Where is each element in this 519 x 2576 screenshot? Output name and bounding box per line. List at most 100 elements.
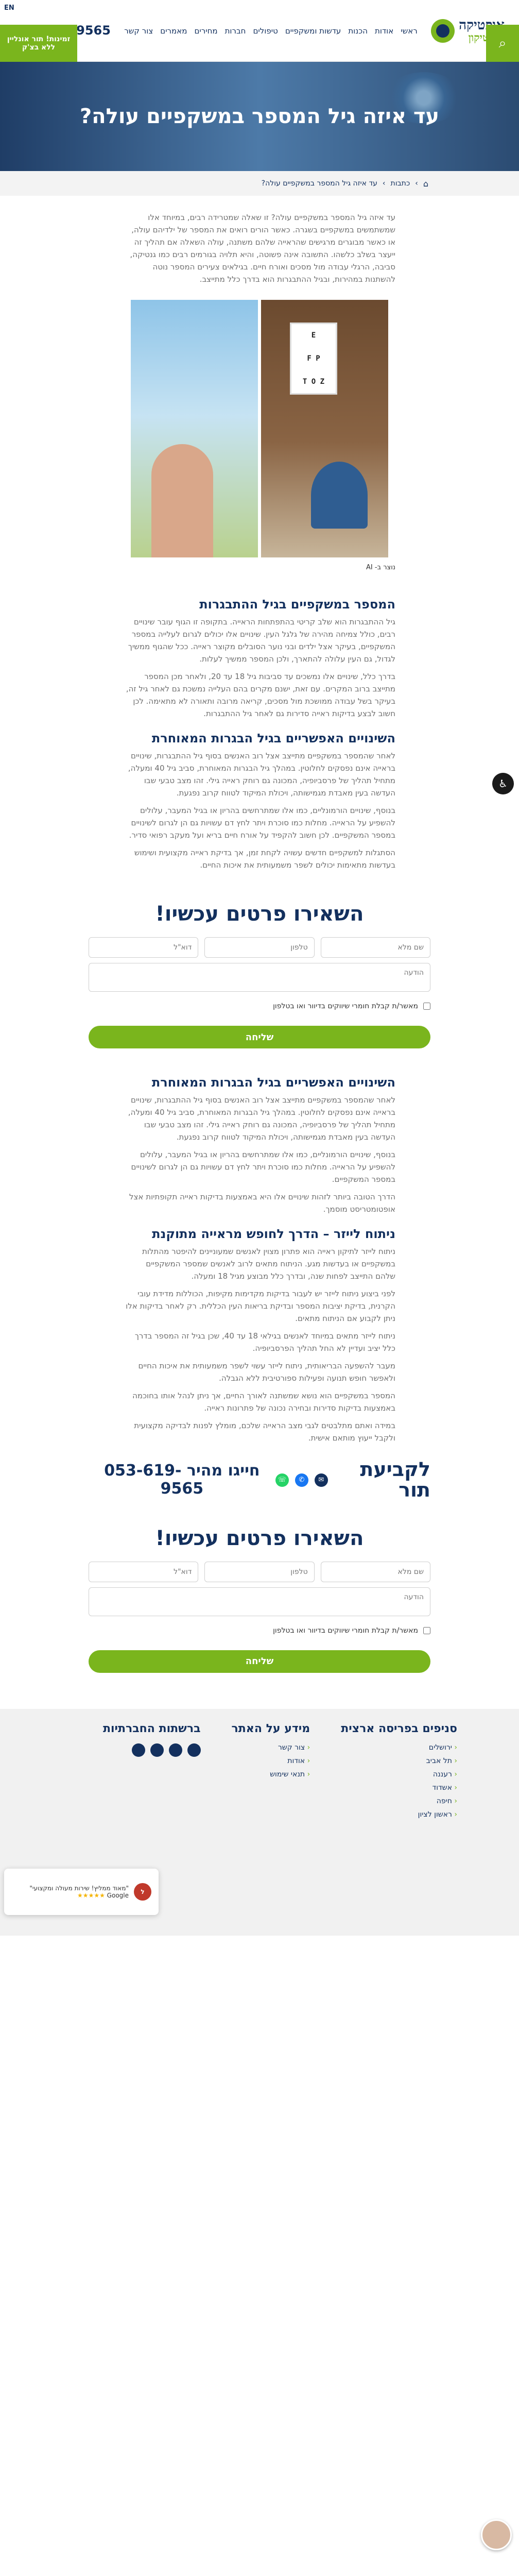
footer-link[interactable]: ראשון לציון [341, 1810, 457, 1819]
lead-form-2: השאירו פרטים עכשיו! מאשר/ת קבלת חומרי שי… [0, 1501, 519, 1678]
breadcrumb-current: עד איזה גיל המספר במשקפיים עולה? [261, 179, 377, 188]
consent-checkbox-row[interactable]: מאשר/ת קבלת חומרי שיווקים בדיוור ואו בטל… [89, 1626, 430, 1635]
lead-form: השאירו פרטים עכשיו! מאשר/ת קבלת חומרי שי… [0, 876, 519, 1054]
message-input[interactable] [89, 1587, 430, 1616]
name-input[interactable] [320, 937, 430, 958]
breadcrumb-sep: › [382, 179, 386, 188]
nav-item-contact[interactable]: צור קשר [124, 26, 153, 36]
nav-item-treatments[interactable]: טיפולים [253, 26, 278, 36]
eye-exam-illustration: EF PT O Z [261, 300, 388, 557]
review-stars: ★★★★★ [77, 1891, 105, 1899]
whatsapp-icon[interactable]: ☏ [275, 1473, 289, 1487]
footer-link[interactable]: רעננה [341, 1770, 457, 1778]
breadcrumb: ⌂ › כתבות › עד איזה גיל המספר במשקפיים ע… [0, 171, 519, 196]
facebook-icon[interactable] [187, 1743, 201, 1757]
review-text: "מאוד ממליץ! שירות מעולה ומקצועי" [29, 1884, 129, 1892]
nav-item-articles[interactable]: מאמרים [160, 26, 187, 36]
nav-item-prices[interactable]: מחירים [194, 26, 217, 36]
paragraph: הדרך הטובה ביותר לזהות שינויים אלו היא ב… [129, 1192, 395, 1214]
footer-branches: סניפים בפריסה ארצית ירושלים תל אביב רעננ… [341, 1722, 457, 1936]
consent-checkbox-row[interactable]: מאשר/ת קבלת חומרי שיווקים בדיוור ואו בטל… [89, 1002, 430, 1010]
outdoor-illustration [131, 300, 258, 557]
reviewer-avatar: ל [134, 1883, 151, 1901]
footer-heading: מידע על האתר [231, 1722, 310, 1735]
appointment-link[interactable]: לקביעת תור [328, 1459, 430, 1501]
online-appointment-button[interactable]: זמינות! תור אונליין ללא בצ'ק [0, 25, 77, 62]
phone-input[interactable] [204, 1561, 315, 1582]
nav-item-about[interactable]: אודות [375, 26, 393, 36]
article-body: עד איזה גיל המספר במשקפיים עולה? זו שאלה… [0, 196, 519, 285]
footer-link[interactable]: אשדוד [341, 1784, 457, 1792]
person-figure [311, 462, 368, 529]
youtube-icon[interactable] [150, 1743, 164, 1757]
section-heading: השינויים האפשריים בגיל הבגרות המאוחרת [151, 731, 395, 745]
paragraph: בנוסף, שינויים הורמונליים, כמו אלו שמתרח… [131, 1150, 395, 1184]
paragraph: מעבר להשפעה הבריאותית, ניתוח לייזר עשוי … [138, 1361, 395, 1383]
message-input[interactable] [89, 963, 430, 992]
paragraph: ניתוח לייזר לתיקון ראייה הוא פתרון מצוין… [142, 1247, 395, 1281]
consent-checkbox[interactable] [423, 1626, 430, 1634]
footer-link[interactable]: תל אביב [341, 1757, 457, 1765]
footer-site-info: מידע על האתר צור קשר אודות תנאי שימוש [232, 1722, 310, 1936]
footer-link[interactable]: אודות [232, 1757, 310, 1765]
eye-chart-icon: EF PT O Z [290, 323, 337, 395]
footer-link[interactable]: ירושלים [341, 1743, 457, 1752]
article-body-part3: השינויים האפשריים בגיל הבגרות המאוחרת לא… [0, 1054, 519, 1444]
email-input[interactable] [89, 937, 199, 958]
nav-item-home[interactable]: ראשי [401, 26, 417, 36]
footer-heading: ברשתות החברתיות [102, 1722, 201, 1735]
footer-link[interactable]: צור קשר [232, 1743, 310, 1752]
main-nav: ראשי אודות הכנות עדשות ומשקפיים טיפולים … [123, 26, 419, 36]
site-footer: סניפים בפריסה ארצית ירושלים תל אביב רעננ… [0, 1708, 519, 1936]
breadcrumb-articles[interactable]: כתבות [391, 179, 410, 188]
google-review-widget[interactable]: ל "מאוד ממליץ! שירות מעולה ומקצועי" Goog… [4, 1868, 159, 1915]
chat-avatar-button[interactable] [481, 2519, 512, 2550]
paragraph: לאחר שהמספר במשקפיים מתייצב אצל רוב האנש… [128, 1095, 395, 1142]
name-input[interactable] [320, 1561, 430, 1582]
phone-input[interactable] [204, 937, 315, 958]
person-figure [151, 444, 213, 557]
paragraph: המספר במשקפיים הוא נושא שמשתנה לאורך החי… [132, 1391, 395, 1413]
tiktok-icon[interactable] [131, 1743, 145, 1757]
paragraph: במידה ואתם מתלבטים לגבי מצב הראייה שלכם,… [134, 1421, 395, 1443]
nav-item-companies[interactable]: חברות [225, 26, 246, 36]
section-heading: המספר במשקפיים בגיל ההתבגרות [199, 597, 395, 612]
accessibility-icon[interactable]: ♿ [492, 773, 514, 794]
page-title: עד איזה גיל המספר במשקפיים עולה? [79, 105, 440, 128]
paragraph: בדרך כלל, שינויים אלו נמשכים עד סביבות ג… [126, 672, 395, 718]
logo-mark-icon [431, 19, 455, 43]
instagram-icon[interactable] [168, 1743, 182, 1757]
paragraph: הסתגלות למשקפיים חדשים עשויה לקחת זמן, א… [134, 848, 395, 870]
submit-button[interactable]: שליחה [89, 1650, 430, 1673]
language-switch[interactable]: EN [4, 4, 14, 12]
paragraph: גיל ההתבגרות הוא שלב קריטי בהתפתחות הראי… [128, 617, 395, 664]
breadcrumb-sep: › [415, 179, 418, 188]
search-icon[interactable]: ⌕ [486, 25, 519, 62]
footer-link[interactable]: חיפה [341, 1797, 457, 1805]
messenger-icon[interactable]: ✆ [295, 1473, 308, 1487]
nav-item-lenses[interactable]: עדשות ומשקפיים [285, 26, 341, 36]
paragraph: בנוסף, שינויים הורמונליים, כמו אלו שמתרח… [129, 806, 395, 840]
paragraph: לאחר שהמספר במשקפיים מתייצב אצל רוב האנש… [128, 751, 395, 798]
home-icon[interactable]: ⌂ [423, 179, 428, 189]
footer-heading: סניפים בפריסה ארצית [341, 1722, 457, 1735]
call-now-link[interactable]: חייגו מהיר 053-619-9565 [89, 1462, 275, 1498]
image-caption: נוצר ב- AI [366, 564, 395, 571]
consent-checkbox[interactable] [423, 1003, 430, 1010]
paragraph: ניתוח לייזר מתאים במיוחד לאנשים בגילאי 1… [134, 1331, 395, 1353]
article-intro: עד איזה גיל המספר במשקפיים עולה? זו שאלה… [130, 213, 396, 284]
consent-label: מאשר/ת קבלת חומרי שיווקים בדיוור ואו בטל… [273, 1626, 418, 1635]
top-header: אופטיקה אופטיקון ראשי אודות הכנות עדשות … [0, 0, 519, 62]
google-label: Google [107, 1891, 129, 1899]
email-input[interactable] [89, 1561, 199, 1582]
section-heading: ניתוח לייזר – הדרך לחופש מראייה מתוקנת [152, 1227, 395, 1241]
section-heading: השינויים האפשריים בגיל הבגרות המאוחרת [151, 1075, 395, 1090]
nav-item-prep[interactable]: הכנות [348, 26, 368, 36]
submit-button[interactable]: שליחה [89, 1026, 430, 1048]
form-title: השאירו פרטים עכשיו! [155, 902, 364, 926]
article-body-part2: המספר במשקפיים בגיל ההתבגרות גיל ההתבגרו… [0, 575, 519, 871]
article-image: EF PT O Z [0, 300, 519, 557]
footer-link[interactable]: תנאי שימוש [232, 1770, 310, 1778]
email-icon[interactable]: ✉ [314, 1473, 328, 1487]
hero-banner: עד איזה גיל המספר במשקפיים עולה? [0, 62, 519, 171]
